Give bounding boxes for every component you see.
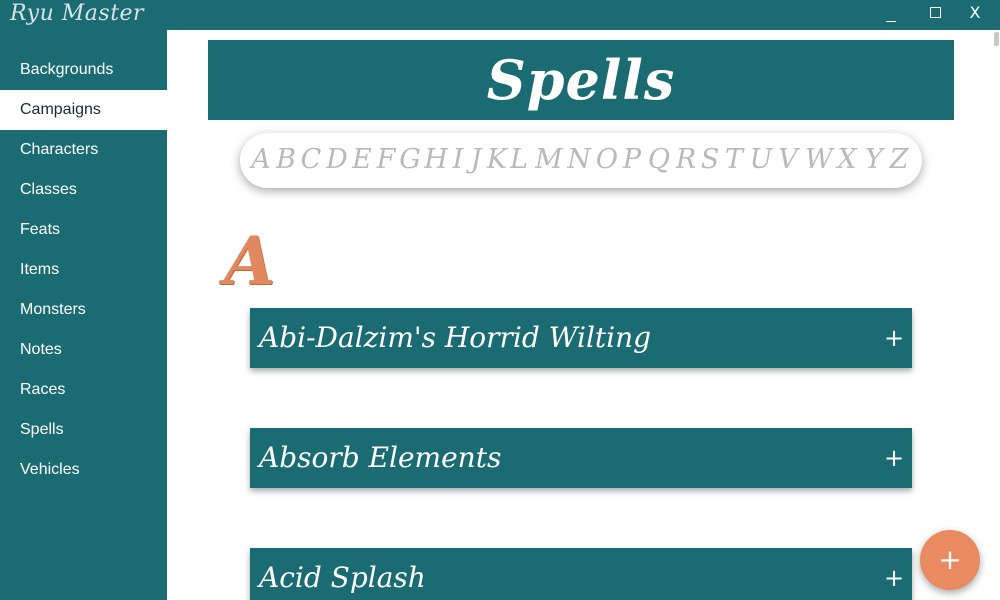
sidebar-item-campaigns[interactable]: Campaigns (0, 90, 167, 130)
sidebar-item-backgrounds[interactable]: Backgrounds (0, 50, 167, 90)
plus-icon[interactable]: + (884, 566, 904, 590)
maximize-button[interactable] (915, 0, 955, 30)
title-bar: Ryu Master X (0, 0, 1000, 30)
spell-card[interactable]: Abi-Dalzim's Horrid Wilting + (250, 308, 912, 368)
plus-icon[interactable]: + (884, 326, 904, 350)
alpha-letter-a[interactable]: A (248, 145, 274, 175)
alpha-letter-q[interactable]: Q (646, 145, 672, 175)
alpha-letter-s[interactable]: S (697, 145, 723, 175)
spell-card[interactable]: Absorb Elements + (250, 428, 912, 488)
alpha-letter-w[interactable]: W (805, 145, 833, 175)
alpha-letter-b[interactable]: B (273, 145, 299, 175)
alpha-letter-l[interactable]: L (506, 145, 532, 175)
alpha-letter-y[interactable]: Y (861, 145, 887, 175)
page-header: Spells (208, 40, 954, 120)
alpha-letter-p[interactable]: P (619, 145, 645, 175)
close-icon: X (969, 3, 981, 22)
alpha-letter-e[interactable]: E (349, 145, 375, 175)
spell-name: Abi-Dalzim's Horrid Wilting (259, 321, 652, 354)
spell-name: Absorb Elements (259, 441, 502, 474)
sidebar-item-notes[interactable]: Notes (0, 330, 167, 370)
spell-card[interactable]: Acid Splash + (250, 548, 912, 600)
sidebar-item-items[interactable]: Items (0, 250, 167, 290)
sidebar-item-races[interactable]: Races (0, 370, 167, 410)
spell-name: Acid Splash (259, 561, 426, 594)
app-title: Ryu Master (10, 1, 145, 26)
alpha-letter-d[interactable]: D (324, 145, 350, 175)
minimize-button[interactable] (871, 0, 911, 30)
sidebar-item-feats[interactable]: Feats (0, 210, 167, 250)
minimize-icon (886, 20, 896, 22)
alpha-letter-m[interactable]: M (535, 145, 563, 175)
alpha-letter-c[interactable]: C (298, 145, 324, 175)
add-spell-button[interactable]: + (920, 530, 980, 590)
alpha-letter-g[interactable]: G (397, 145, 423, 175)
close-button[interactable]: X (955, 0, 995, 30)
maximize-icon (929, 6, 941, 18)
plus-icon: + (938, 543, 962, 576)
sidebar-item-classes[interactable]: Classes (0, 170, 167, 210)
sidebar: Backgrounds Campaigns Characters Classes… (0, 30, 167, 600)
alpha-letter-f[interactable]: F (373, 145, 399, 175)
alpha-letter-r[interactable]: R (673, 145, 699, 175)
alpha-letter-u[interactable]: U (748, 145, 774, 175)
plus-icon[interactable]: + (884, 446, 904, 470)
alpha-letter-v[interactable]: V (775, 145, 801, 175)
alpha-letter-x[interactable]: X (834, 145, 860, 175)
section-heading-letter: A (224, 222, 276, 300)
alpha-letter-z[interactable]: Z (886, 145, 912, 175)
sidebar-item-characters[interactable]: Characters (0, 130, 167, 170)
sidebar-item-monsters[interactable]: Monsters (0, 290, 167, 330)
scrollbar-thumb[interactable] (994, 32, 999, 46)
alphabet-filter-bar: A B C D E F G H I J K L M N O P Q R S T … (240, 133, 922, 188)
alpha-letter-n[interactable]: N (566, 145, 592, 175)
alpha-letter-t[interactable]: T (721, 145, 747, 175)
sidebar-item-spells[interactable]: Spells (0, 410, 167, 450)
alpha-letter-o[interactable]: O (594, 145, 620, 175)
sidebar-item-vehicles[interactable]: Vehicles (0, 450, 167, 490)
page-title: Spells (486, 48, 676, 112)
